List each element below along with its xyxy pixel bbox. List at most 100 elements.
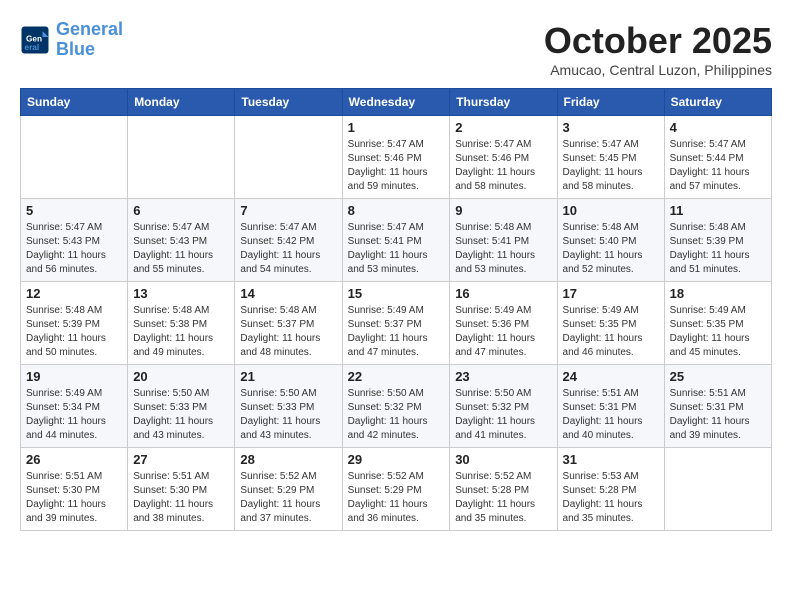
calendar-cell: 13 Sunrise: 5:48 AMSunset: 5:38 PMDayligh… bbox=[128, 282, 235, 365]
day-number: 16 bbox=[455, 286, 551, 301]
calendar-cell: 8Sunrise: 5:47 AMSunset: 5:41 PMDaylight… bbox=[342, 199, 450, 282]
calendar-cell: 17 Sunrise: 5:49 AMSunset: 5:35 PMDayligh… bbox=[557, 282, 664, 365]
day-number: 17 bbox=[563, 286, 659, 301]
day-info: Sunrise: 5:52 AMSunset: 5:28 PMDaylight:… bbox=[455, 470, 551, 526]
calendar-cell bbox=[21, 116, 128, 199]
calendar-cell: 3Sunrise: 5:47 AMSunset: 5:45 PMDaylight… bbox=[557, 116, 664, 199]
page-header: Gen eral General Blue October 2025 Amuca… bbox=[20, 20, 772, 78]
calendar-cell bbox=[128, 116, 235, 199]
day-info: Sunrise: 5:49 AMSunset: 5:35 PMDaylight:… bbox=[563, 304, 659, 360]
day-number: 18 bbox=[670, 286, 766, 301]
day-info: Sunrise: 5:48 AMSunset: 5:38 PMDaylight:… bbox=[133, 304, 229, 360]
day-info: Sunrise: 5:49 AMSunset: 5:36 PMDaylight:… bbox=[455, 304, 551, 360]
calendar-cell: 31 Sunrise: 5:53 AMSunset: 5:28 PMDayligh… bbox=[557, 448, 664, 531]
calendar-cell: 30 Sunrise: 5:52 AMSunset: 5:28 PMDayligh… bbox=[450, 448, 557, 531]
calendar-cell: 24 Sunrise: 5:51 AMSunset: 5:31 PMDayligh… bbox=[557, 365, 664, 448]
day-info: Sunrise: 5:50 AMSunset: 5:32 PMDaylight:… bbox=[348, 387, 445, 443]
title-block: October 2025 Amucao, Central Luzon, Phil… bbox=[544, 20, 772, 78]
calendar-cell: 28 Sunrise: 5:52 AMSunset: 5:29 PMDayligh… bbox=[235, 448, 342, 531]
calendar-cell: 26 Sunrise: 5:51 AMSunset: 5:30 PMDayligh… bbox=[21, 448, 128, 531]
day-info: Sunrise: 5:51 AMSunset: 5:30 PMDaylight:… bbox=[133, 470, 229, 526]
day-info: Sunrise: 5:48 AMSunset: 5:39 PMDaylight:… bbox=[26, 304, 122, 360]
day-number: 30 bbox=[455, 452, 551, 467]
day-number: 7 bbox=[240, 203, 336, 218]
day-number: 21 bbox=[240, 369, 336, 384]
day-number: 20 bbox=[133, 369, 229, 384]
day-info: Sunrise: 5:50 AMSunset: 5:33 PMDaylight:… bbox=[240, 387, 336, 443]
calendar-cell: 25Sunrise: 5:51 AMSunset: 5:31 PMDayligh… bbox=[664, 365, 771, 448]
calendar-cell: 9Sunrise: 5:48 AMSunset: 5:41 PMDaylight… bbox=[450, 199, 557, 282]
calendar-cell: 12 Sunrise: 5:48 AMSunset: 5:39 PMDayligh… bbox=[21, 282, 128, 365]
day-info: Sunrise: 5:47 AMSunset: 5:43 PMDaylight:… bbox=[26, 221, 122, 277]
day-info: Sunrise: 5:47 AMSunset: 5:46 PMDaylight:… bbox=[455, 138, 551, 194]
weekday-header-friday: Friday bbox=[557, 89, 664, 116]
calendar-cell: 19Sunrise: 5:49 AMSunset: 5:34 PMDayligh… bbox=[21, 365, 128, 448]
calendar-body: 1 Sunrise: 5:47 AMSunset: 5:46 PMDaylight… bbox=[21, 116, 772, 531]
day-info: Sunrise: 5:48 AMSunset: 5:41 PMDaylight:… bbox=[455, 221, 551, 277]
day-info: Sunrise: 5:49 AMSunset: 5:35 PMDaylight:… bbox=[670, 304, 766, 360]
day-info: Sunrise: 5:48 AMSunset: 5:39 PMDaylight:… bbox=[670, 221, 766, 277]
weekday-header-thursday: Thursday bbox=[450, 89, 557, 116]
day-number: 13 bbox=[133, 286, 229, 301]
calendar-week-2: 5Sunrise: 5:47 AMSunset: 5:43 PMDaylight… bbox=[21, 199, 772, 282]
calendar-cell: 1 Sunrise: 5:47 AMSunset: 5:46 PMDaylight… bbox=[342, 116, 450, 199]
location: Amucao, Central Luzon, Philippines bbox=[544, 62, 772, 78]
day-number: 6 bbox=[133, 203, 229, 218]
day-number: 27 bbox=[133, 452, 229, 467]
svg-text:eral: eral bbox=[25, 43, 40, 52]
calendar-cell: 23Sunrise: 5:50 AMSunset: 5:32 PMDayligh… bbox=[450, 365, 557, 448]
day-number: 28 bbox=[240, 452, 336, 467]
calendar-cell: 7 Sunrise: 5:47 AMSunset: 5:42 PMDaylight… bbox=[235, 199, 342, 282]
day-info: Sunrise: 5:49 AMSunset: 5:37 PMDaylight:… bbox=[348, 304, 445, 360]
day-number: 14 bbox=[240, 286, 336, 301]
day-info: Sunrise: 5:51 AMSunset: 5:31 PMDaylight:… bbox=[563, 387, 659, 443]
day-number: 22 bbox=[348, 369, 445, 384]
calendar-cell: 18 Sunrise: 5:49 AMSunset: 5:35 PMDayligh… bbox=[664, 282, 771, 365]
weekday-header-saturday: Saturday bbox=[664, 89, 771, 116]
calendar-cell: 21 Sunrise: 5:50 AMSunset: 5:33 PMDayligh… bbox=[235, 365, 342, 448]
day-number: 1 bbox=[348, 120, 445, 135]
day-info: Sunrise: 5:47 AMSunset: 5:46 PMDaylight:… bbox=[348, 138, 445, 194]
logo-name: General Blue bbox=[56, 20, 123, 60]
day-info: Sunrise: 5:49 AMSunset: 5:34 PMDaylight:… bbox=[26, 387, 122, 443]
day-number: 12 bbox=[26, 286, 122, 301]
day-info: Sunrise: 5:50 AMSunset: 5:32 PMDaylight:… bbox=[455, 387, 551, 443]
weekday-header-row: SundayMondayTuesdayWednesdayThursdayFrid… bbox=[21, 89, 772, 116]
calendar-cell: 14 Sunrise: 5:48 AMSunset: 5:37 PMDayligh… bbox=[235, 282, 342, 365]
day-info: Sunrise: 5:53 AMSunset: 5:28 PMDaylight:… bbox=[563, 470, 659, 526]
calendar-cell: 29Sunrise: 5:52 AMSunset: 5:29 PMDayligh… bbox=[342, 448, 450, 531]
day-info: Sunrise: 5:52 AMSunset: 5:29 PMDaylight:… bbox=[240, 470, 336, 526]
day-number: 10 bbox=[563, 203, 659, 218]
day-number: 11 bbox=[670, 203, 766, 218]
day-info: Sunrise: 5:47 AMSunset: 5:42 PMDaylight:… bbox=[240, 221, 336, 277]
calendar-cell: 11 Sunrise: 5:48 AMSunset: 5:39 PMDayligh… bbox=[664, 199, 771, 282]
day-info: Sunrise: 5:47 AMSunset: 5:44 PMDaylight:… bbox=[670, 138, 766, 194]
calendar-cell: 4Sunrise: 5:47 AMSunset: 5:44 PMDaylight… bbox=[664, 116, 771, 199]
day-number: 31 bbox=[563, 452, 659, 467]
month-title: October 2025 bbox=[544, 20, 772, 62]
logo-icon: Gen eral bbox=[20, 25, 50, 55]
calendar-cell: 10Sunrise: 5:48 AMSunset: 5:40 PMDayligh… bbox=[557, 199, 664, 282]
day-info: Sunrise: 5:51 AMSunset: 5:30 PMDaylight:… bbox=[26, 470, 122, 526]
logo: Gen eral General Blue bbox=[20, 20, 123, 60]
calendar-cell: 20Sunrise: 5:50 AMSunset: 5:33 PMDayligh… bbox=[128, 365, 235, 448]
day-number: 2 bbox=[455, 120, 551, 135]
day-info: Sunrise: 5:52 AMSunset: 5:29 PMDaylight:… bbox=[348, 470, 445, 526]
logo-line2: Blue bbox=[56, 39, 95, 59]
calendar-week-4: 19Sunrise: 5:49 AMSunset: 5:34 PMDayligh… bbox=[21, 365, 772, 448]
weekday-header-tuesday: Tuesday bbox=[235, 89, 342, 116]
weekday-header-wednesday: Wednesday bbox=[342, 89, 450, 116]
calendar-cell bbox=[664, 448, 771, 531]
logo-line1: General bbox=[56, 19, 123, 39]
day-number: 26 bbox=[26, 452, 122, 467]
calendar-cell: 15Sunrise: 5:49 AMSunset: 5:37 PMDayligh… bbox=[342, 282, 450, 365]
day-number: 24 bbox=[563, 369, 659, 384]
calendar-week-5: 26 Sunrise: 5:51 AMSunset: 5:30 PMDayligh… bbox=[21, 448, 772, 531]
calendar-cell: 27 Sunrise: 5:51 AMSunset: 5:30 PMDayligh… bbox=[128, 448, 235, 531]
day-number: 25 bbox=[670, 369, 766, 384]
calendar-week-1: 1 Sunrise: 5:47 AMSunset: 5:46 PMDaylight… bbox=[21, 116, 772, 199]
calendar-cell: 2 Sunrise: 5:47 AMSunset: 5:46 PMDaylight… bbox=[450, 116, 557, 199]
day-info: Sunrise: 5:47 AMSunset: 5:41 PMDaylight:… bbox=[348, 221, 445, 277]
weekday-header-sunday: Sunday bbox=[21, 89, 128, 116]
day-info: Sunrise: 5:48 AMSunset: 5:37 PMDaylight:… bbox=[240, 304, 336, 360]
